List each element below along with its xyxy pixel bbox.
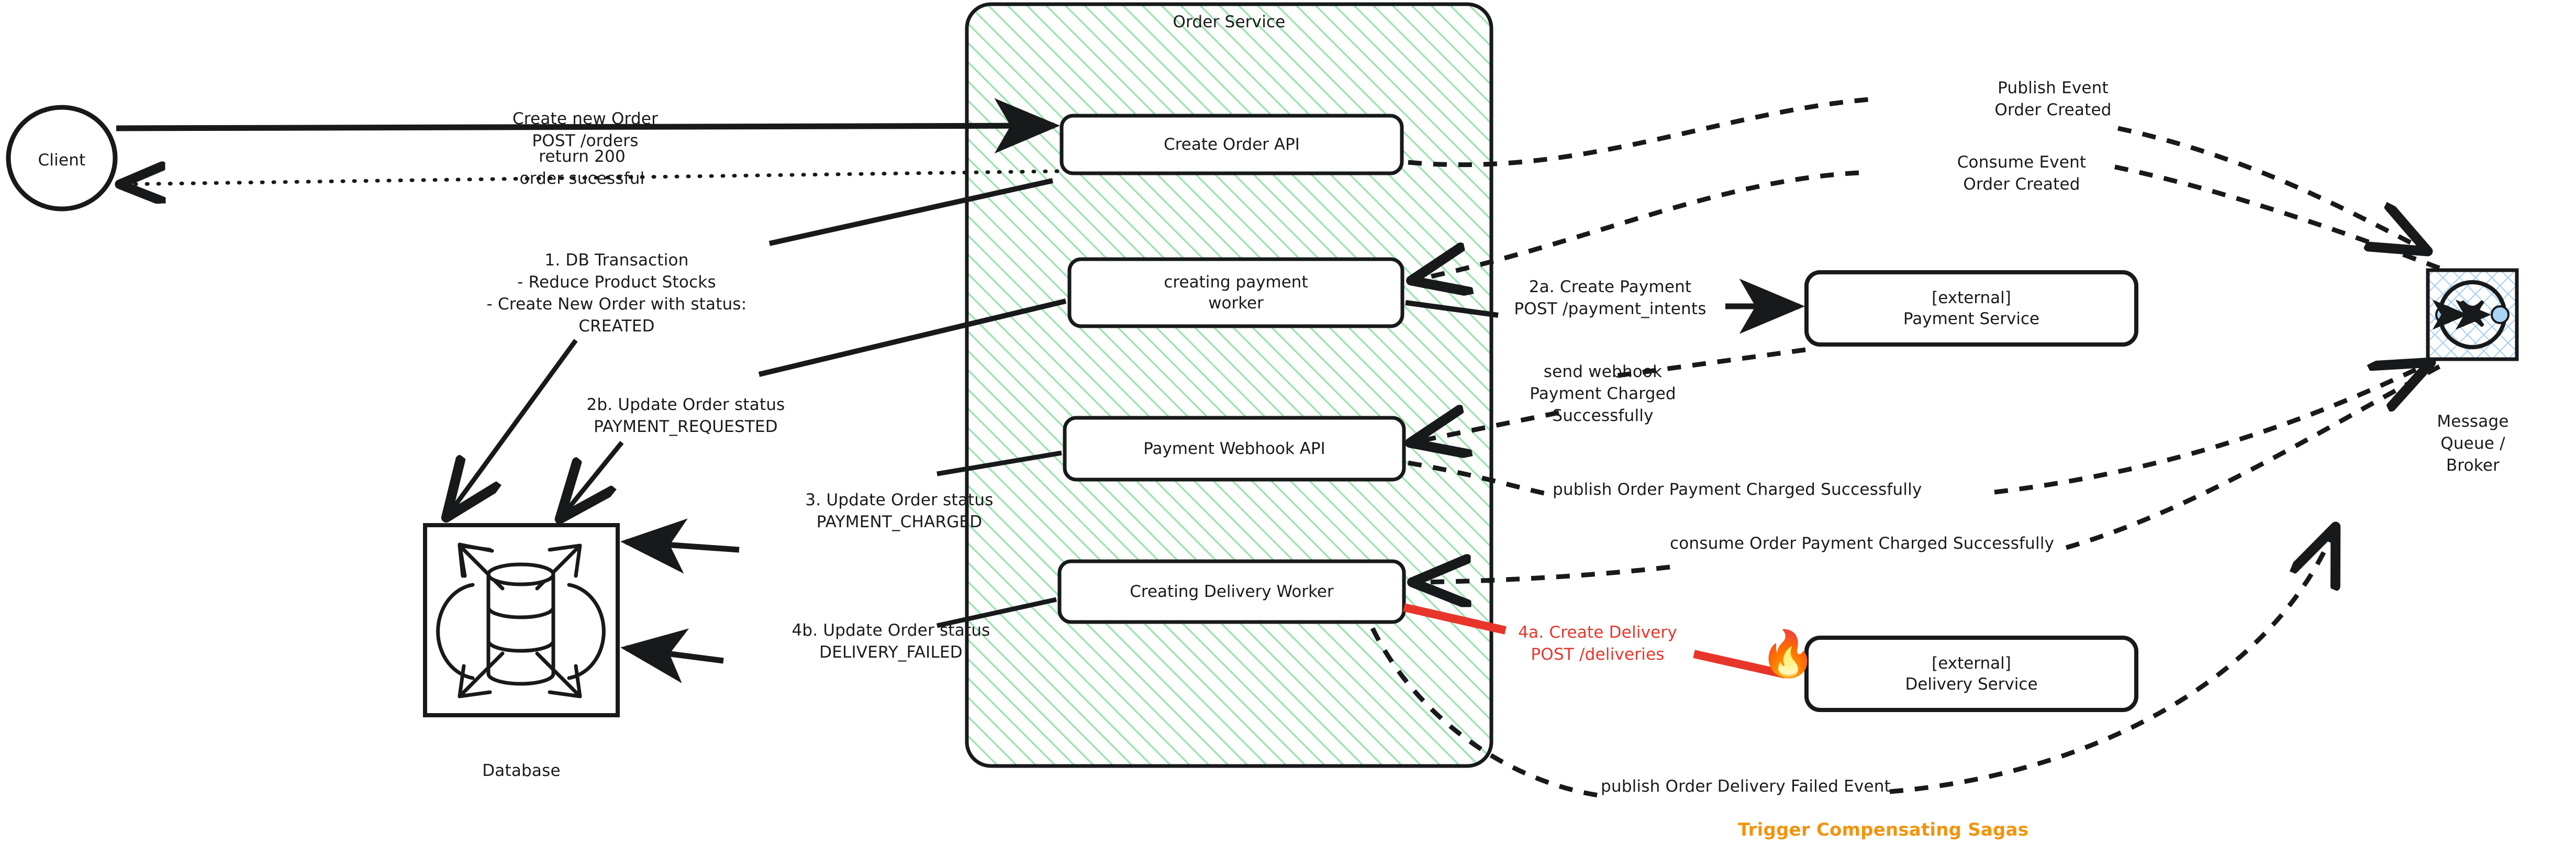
edge-db-transaction-arrow [448, 339, 578, 516]
trigger-compensating-sagas-annotation: Trigger Compensating Sagas [1738, 819, 2029, 840]
edge-label-create-payment: 2a. Create Payment POST /payment_intents [1514, 277, 1707, 318]
edge-label-update-payment-charged: 3. Update Order status PAYMENT_CHARGED [805, 491, 994, 531]
database-label: Database [482, 761, 561, 780]
edge-update-delivery-failed-arrow [620, 628, 724, 684]
payment-webhook-api-node[interactable] [1063, 416, 1406, 482]
edge-consume-order-created-tail [2112, 164, 2440, 271]
edge-consume-payment-charged-tail [2061, 364, 2441, 551]
message-queue-label: Message Queue / Broker [2437, 412, 2509, 475]
edge-update-payment-requested-arrow [561, 441, 624, 517]
order-service-title: Order Service [1173, 13, 1286, 31]
payment-service-node[interactable] [1804, 270, 2138, 347]
edge-label-return-200: return 200 order sucessful [519, 147, 645, 188]
client-label: Client [38, 151, 86, 170]
fire-emoji-icon: 🔥 [1760, 628, 1816, 680]
edge-label-consume-order-created: Consume Event Order Created [1957, 153, 2087, 194]
edge-label-send-webhook: send webhook Payment Charged Successfull… [1530, 362, 1676, 425]
edge-update-payment-charged-arrow [620, 518, 740, 574]
edge-label-publish-order-created: Publish Event Order Created [1994, 79, 2112, 119]
edge-label-update-delivery-failed: 4b. Update Order status DELIVERY_FAILED [791, 621, 990, 662]
creating-payment-worker-node[interactable] [1067, 257, 1404, 328]
edge-label-update-payment-requested: 2b. Update Order status PAYMENT_REQUESTE… [586, 395, 785, 436]
edge-label-publish-delivery-failed: publish Order Delivery Failed Event [1601, 777, 1891, 796]
creating-delivery-worker-node[interactable] [1057, 559, 1406, 624]
edge-label-publish-payment-charged: publish Order Payment Charged Successful… [1553, 480, 1922, 499]
edge-publish-order-created-tail [2117, 126, 2426, 250]
message-queue-icon [2426, 268, 2519, 361]
delivery-service-node[interactable] [1804, 636, 2138, 712]
create-order-api-node[interactable] [1060, 114, 1404, 175]
edge-label-db-transaction: 1. DB Transaction - Reduce Product Stock… [486, 251, 747, 336]
diagram-canvas: Client Order Service Create Order API cr… [0, 0, 2576, 866]
database-icon [423, 523, 620, 717]
edge-publish-payment-charged-tail [1994, 363, 2429, 495]
diagram-svg [6, 2, 2519, 798]
edge-label-create-delivery: 4a. Create Delivery POST /deliveries [1518, 623, 1677, 664]
edge-label-consume-payment-charged: consume Order Payment Charged Successful… [1670, 534, 2055, 553]
